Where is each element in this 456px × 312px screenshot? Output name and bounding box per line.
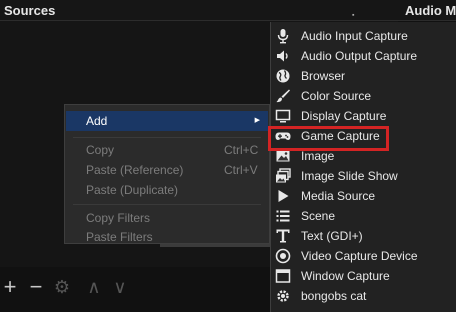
menu-separator bbox=[73, 137, 261, 138]
speaker-icon bbox=[277, 50, 288, 62]
menu-item-paste-filters[interactable]: Paste Filters bbox=[66, 227, 268, 247]
menu-item-audio-input-capture[interactable]: Audio Input Capture bbox=[271, 26, 456, 46]
remove-source-button[interactable]: − bbox=[26, 276, 46, 298]
play-icon bbox=[278, 190, 289, 202]
dock-header: Sources ▪ Audio M bbox=[0, 0, 456, 21]
menu-item-copy[interactable]: Copy Ctrl+C bbox=[66, 140, 268, 160]
game-capture-highlight-box bbox=[268, 126, 389, 151]
window-icon bbox=[275, 269, 291, 283]
menu-item-text-gdi[interactable]: Text (GDI+) bbox=[271, 226, 456, 246]
add-source-button[interactable]: + bbox=[0, 276, 20, 298]
text-icon bbox=[276, 229, 290, 243]
dock-float-icon[interactable]: ▪ bbox=[352, 12, 357, 19]
sources-dock-title: Sources bbox=[4, 3, 56, 18]
microphone-icon bbox=[277, 29, 289, 44]
menu-item-add[interactable]: Add ▶ bbox=[66, 111, 268, 131]
slideshow-icon bbox=[276, 168, 291, 183]
menu-item-audio-output-capture[interactable]: Audio Output Capture bbox=[271, 46, 456, 66]
menu-item-browser[interactable]: Browser bbox=[271, 66, 456, 86]
menu-item-scene[interactable]: Scene bbox=[271, 206, 456, 226]
menu-item-bongobs-cat[interactable]: bongobs cat bbox=[271, 286, 456, 306]
menu-item-paste-reference[interactable]: Paste (Reference) Ctrl+V bbox=[66, 160, 268, 180]
menu-item-copy-filters[interactable]: Copy Filters bbox=[66, 208, 268, 228]
menu-item-media-source[interactable]: Media Source bbox=[271, 186, 456, 206]
menu-item-color-source[interactable]: Color Source bbox=[271, 86, 456, 106]
paintbrush-icon bbox=[276, 89, 290, 103]
menu-item-window-capture[interactable]: Window Capture bbox=[271, 266, 456, 286]
list-icon bbox=[276, 210, 290, 222]
submenu-arrow-icon: ▶ bbox=[254, 117, 260, 124]
context-menu: Add ▶ Copy Ctrl+C Paste (Reference) Ctrl… bbox=[64, 104, 270, 244]
menu-item-image-slide-show[interactable]: Image Slide Show bbox=[271, 166, 456, 186]
menu-item-display-capture[interactable]: Display Capture bbox=[271, 106, 456, 126]
move-source-up-button[interactable]: ∧ bbox=[84, 276, 104, 298]
menu-item-paste-duplicate[interactable]: Paste (Duplicate) bbox=[66, 180, 268, 200]
audio-mixer-dock-title: Audio M bbox=[405, 3, 456, 18]
monitor-icon bbox=[275, 109, 291, 123]
menu-separator bbox=[73, 204, 261, 205]
sources-toolbar: + − ⚙ ∧ ∨ bbox=[0, 270, 160, 306]
globe-icon bbox=[276, 69, 290, 83]
camera-icon bbox=[275, 248, 291, 264]
menu-item-video-capture-device[interactable]: Video Capture Device bbox=[271, 246, 456, 266]
add-source-submenu: Audio Input Capture Audio Output Capture… bbox=[270, 22, 456, 312]
gear-icon bbox=[277, 290, 289, 302]
source-properties-button[interactable]: ⚙ bbox=[52, 276, 72, 298]
move-source-down-button[interactable]: ∨ bbox=[110, 276, 130, 298]
